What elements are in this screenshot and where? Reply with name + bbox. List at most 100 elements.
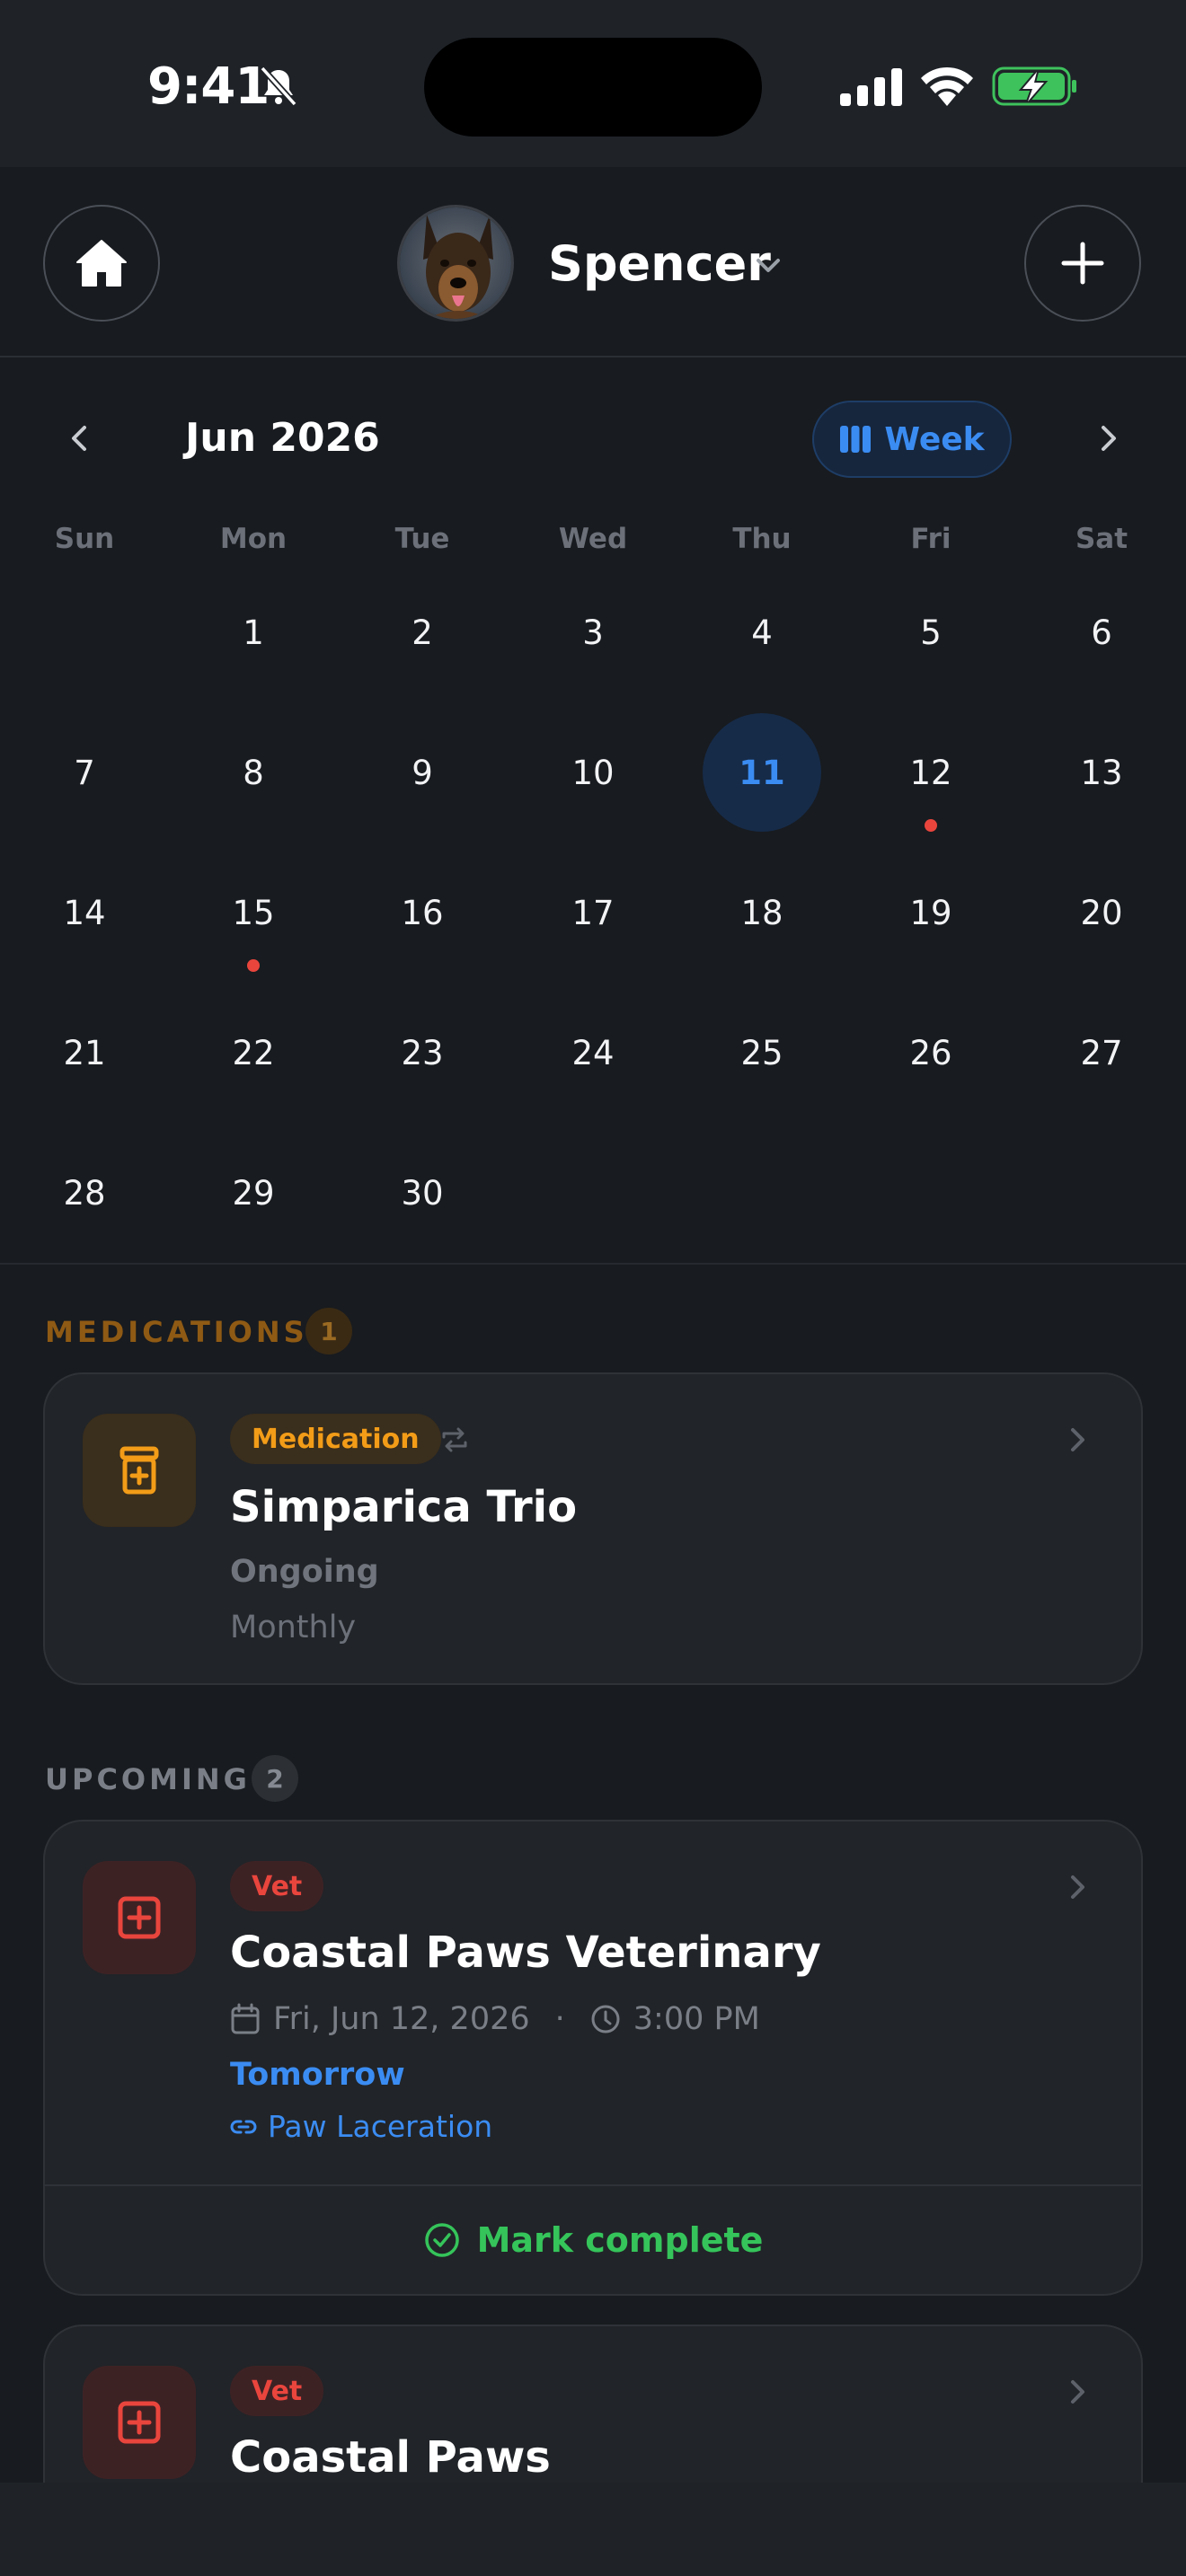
vet-tag: Vet <box>230 1861 324 1911</box>
mark-complete-button[interactable]: Mark complete <box>45 2186 1141 2294</box>
bell-slash-icon <box>260 66 297 107</box>
calendar-day[interactable]: 6 <box>1017 562 1186 702</box>
calendar-day-number: 29 <box>232 1173 275 1213</box>
chevron-down-icon[interactable] <box>753 251 783 278</box>
calendar-day[interactable]: 18 <box>677 842 846 983</box>
calendar-icon <box>231 2003 260 2034</box>
add-button[interactable] <box>1024 205 1141 322</box>
medical-cross-icon <box>118 1896 161 1939</box>
calendar-day[interactable]: 20 <box>1017 842 1186 983</box>
appointment-time: 3:00 PM <box>633 2001 760 2037</box>
previous-month-icon[interactable] <box>63 420 99 456</box>
event-dot <box>247 959 260 972</box>
month-title: Jun 2026 <box>185 415 380 461</box>
calendar-day[interactable]: 16 <box>338 842 507 983</box>
cellular-signal-icon <box>840 68 902 106</box>
appointment-date: Fri, Jun 12, 2026 <box>273 2001 530 2037</box>
calendar-day[interactable]: 11 <box>677 702 846 842</box>
pet-name[interactable]: Spencer <box>548 235 771 292</box>
calendar-day[interactable]: 3 <box>509 562 677 702</box>
medication-status: Ongoing <box>230 1554 379 1590</box>
linked-condition[interactable]: Paw Laceration <box>230 2109 492 2144</box>
calendar-day-number: 26 <box>909 1033 952 1072</box>
calendar-day-number: 16 <box>401 893 444 932</box>
calendar-day[interactable]: 17 <box>509 842 677 983</box>
calendar-day-number: 20 <box>1080 893 1123 932</box>
next-month-icon[interactable] <box>1089 420 1125 456</box>
medication-title: Simparica Trio <box>230 1482 578 1532</box>
calendar-day[interactable]: 19 <box>846 842 1015 983</box>
medications-count-badge: 1 <box>305 1308 352 1354</box>
calendar-day[interactable]: 14 <box>0 842 169 983</box>
calendar-day-number: 4 <box>751 613 773 652</box>
calendar-day-number: 8 <box>243 753 264 792</box>
pet-avatar[interactable] <box>397 205 514 322</box>
calendar-day[interactable]: 24 <box>509 983 677 1123</box>
weekday-header: Sun Mon Tue Wed Thu Fri Sat <box>0 523 1186 564</box>
calendar-day[interactable]: 23 <box>338 983 507 1123</box>
calendar-day[interactable]: 2 <box>338 562 507 702</box>
appointment-card[interactable]: Vet Coastal Paws Veterinary Fri, Jun 12,… <box>43 1820 1143 2296</box>
calendar-day-number: 12 <box>909 753 952 792</box>
repeat-icon <box>442 1427 467 1452</box>
calendar-day-number: 6 <box>1091 613 1112 652</box>
calendar-day[interactable]: 26 <box>846 983 1015 1123</box>
calendar-day[interactable]: 22 <box>169 983 338 1123</box>
calendar-day[interactable]: 10 <box>509 702 677 842</box>
weekday-wed: Wed <box>558 523 628 555</box>
calendar-day[interactable]: 1 <box>169 562 338 702</box>
calendar-day-number: 2 <box>412 613 433 652</box>
event-dot <box>925 819 937 832</box>
appointment-title: Coastal Paws <box>230 2432 551 2483</box>
calendar-day-number: 25 <box>740 1033 783 1072</box>
medication-frequency: Monthly <box>230 1610 357 1645</box>
weekday-sun: Sun <box>54 523 115 555</box>
dynamic-island <box>424 38 762 137</box>
calendar-day[interactable]: 30 <box>338 1123 507 1263</box>
calendar-day[interactable]: 9 <box>338 702 507 842</box>
calendar-day[interactable]: 13 <box>1017 702 1186 842</box>
calendar-day[interactable]: 7 <box>0 702 169 842</box>
link-icon <box>230 2120 257 2133</box>
vet-tag: Vet <box>230 2366 324 2416</box>
upcoming-section-label: UPCOMING <box>45 1762 251 1796</box>
pet-header: Spencer <box>0 167 1186 357</box>
linked-condition-label: Paw Laceration <box>268 2109 493 2144</box>
calendar-day[interactable]: 27 <box>1017 983 1186 1123</box>
calendar-day[interactable]: 15 <box>169 842 338 983</box>
upcoming-count-badge: 2 <box>252 1755 298 1802</box>
dog-photo <box>400 207 511 319</box>
weekday-tue: Tue <box>394 523 450 555</box>
chevron-right-icon <box>1071 1428 1084 1451</box>
chevron-right-icon <box>1071 1875 1084 1899</box>
weekday-thu: Thu <box>732 523 792 555</box>
calendar-day[interactable]: 4 <box>677 562 846 702</box>
pill-bottle-icon <box>119 1446 159 1495</box>
appointment-card-icon <box>83 2366 196 2479</box>
calendar-day[interactable]: 12 <box>846 702 1015 842</box>
divider <box>0 1263 1186 1265</box>
calendar-grid: 1 2 3 4 5 6 7 8 9 10 11 12 13 14 15 16 17 18 19 20 21 22 23 24 2… <box>0 562 1186 1263</box>
calendar-day[interactable]: 29 <box>169 1123 338 1263</box>
calendar-day-number: 27 <box>1080 1033 1123 1072</box>
calendar-day[interactable]: 5 <box>846 562 1015 702</box>
appointment-datetime: Fri, Jun 12, 2026 · 3:00 PM <box>230 2001 760 2037</box>
appointment-card-icon <box>83 1861 196 1974</box>
home-icon <box>76 240 127 287</box>
home-button[interactable] <box>43 205 160 322</box>
calendar-day-number: 13 <box>1080 753 1123 792</box>
week-view-toggle[interactable]: Week <box>812 401 1012 478</box>
week-toggle-label: Week <box>884 420 985 458</box>
calendar-day[interactable]: 8 <box>169 702 338 842</box>
calendar-day-number: 11 <box>703 713 821 832</box>
calendar-day-number: 7 <box>74 753 95 792</box>
calendar-day-number: 5 <box>920 613 942 652</box>
calendar-day-number: 21 <box>63 1033 106 1072</box>
clock-icon <box>591 2005 620 2033</box>
calendar-day-number: 24 <box>571 1033 615 1072</box>
calendar-day[interactable]: 25 <box>677 983 846 1123</box>
medication-card[interactable]: Medication Simparica Trio Ongoing Monthl… <box>43 1372 1143 1685</box>
calendar-day-number: 18 <box>740 893 783 932</box>
calendar-day[interactable]: 21 <box>0 983 169 1123</box>
calendar-day[interactable]: 28 <box>0 1123 169 1263</box>
